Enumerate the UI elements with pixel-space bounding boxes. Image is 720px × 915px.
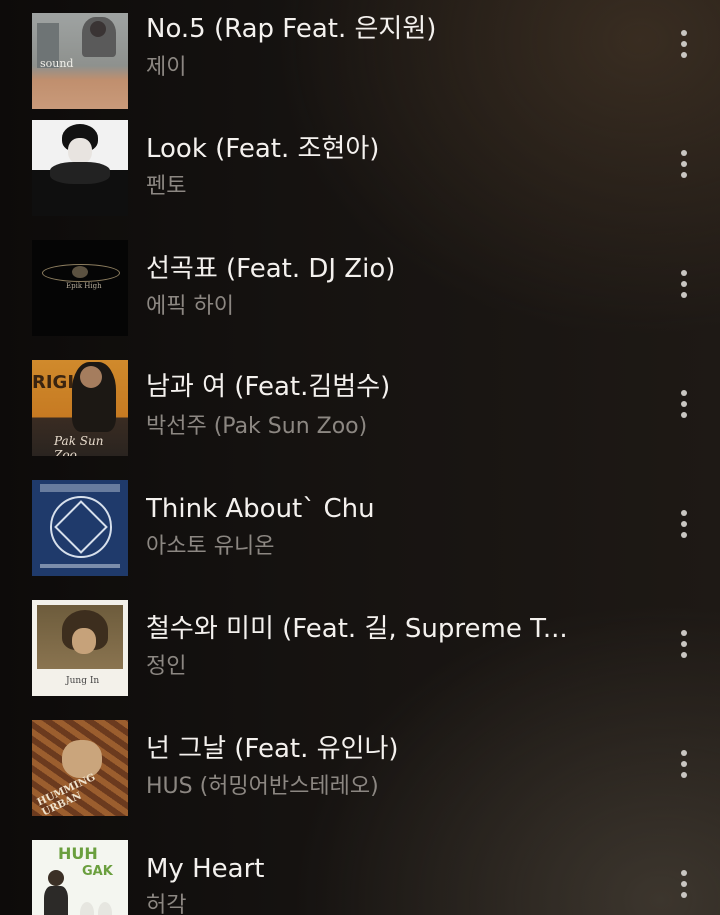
song-artist: 정인 (146, 654, 187, 679)
album-art-asoto-union (32, 480, 128, 576)
more-vertical-icon[interactable] (668, 384, 700, 424)
song-title: No.5 (Rap Feat. 은지원) (146, 14, 437, 44)
song-artist: 에픽 하이 (146, 294, 234, 319)
song-row[interactable]: RIGIN Pak Sun Zoo 남과 여 (Feat.김범수) 박선주 (P… (0, 360, 720, 480)
song-title: 넌 그날 (Feat. 유인나) (146, 734, 399, 764)
song-row[interactable]: Jung In 철수와 미미 (Feat. 길, Supreme T... 정인 (0, 600, 720, 720)
song-artist: 아소토 유니온 (146, 534, 275, 559)
album-art-pento (32, 120, 128, 216)
song-title: 남과 여 (Feat.김범수) (146, 372, 391, 402)
song-row[interactable]: Think About` Chu 아소토 유니온 (0, 480, 720, 600)
song-row[interactable]: sound No.5 (Rap Feat. 은지원) 제이 (0, 0, 720, 120)
more-vertical-icon[interactable] (668, 864, 700, 904)
song-title: 철수와 미미 (Feat. 길, Supreme T... (146, 614, 568, 644)
song-row[interactable]: HUMMING URBAN 넌 그날 (Feat. 유인나) HUS (허밍어반… (0, 720, 720, 840)
song-artist: 펜토 (146, 174, 187, 199)
song-row[interactable]: HUH GAK My Heart 허각 (0, 840, 720, 915)
more-vertical-icon[interactable] (668, 144, 700, 184)
more-vertical-icon[interactable] (668, 624, 700, 664)
album-art-pak-sun-zoo: RIGIN Pak Sun Zoo (32, 360, 128, 456)
more-vertical-icon[interactable] (668, 264, 700, 304)
album-art-epik-high: Epik High (32, 240, 128, 336)
song-list: sound No.5 (Rap Feat. 은지원) 제이 Look (Feat… (0, 0, 720, 915)
song-title: 선곡표 (Feat. DJ Zio) (146, 254, 396, 284)
song-title: Think About` Chu (146, 494, 375, 524)
song-title: My Heart (146, 854, 265, 884)
album-art-hus: HUMMING URBAN (32, 720, 128, 816)
more-vertical-icon[interactable] (668, 744, 700, 784)
album-art-huh-gak: HUH GAK (32, 840, 128, 915)
more-vertical-icon[interactable] (668, 504, 700, 544)
song-artist: 제이 (146, 55, 187, 80)
song-artist: 박선주 (Pak Sun Zoo) (146, 414, 368, 439)
album-art-jungin: Jung In (32, 600, 128, 696)
song-row[interactable]: Look (Feat. 조현아) 펜토 (0, 120, 720, 240)
song-title: Look (Feat. 조현아) (146, 134, 380, 164)
album-art-jay: sound (32, 13, 128, 109)
song-artist: HUS (허밍어반스테레오) (146, 774, 379, 799)
song-artist: 허각 (146, 893, 187, 915)
more-vertical-icon[interactable] (668, 24, 700, 64)
song-row[interactable]: Epik High 선곡표 (Feat. DJ Zio) 에픽 하이 (0, 240, 720, 360)
